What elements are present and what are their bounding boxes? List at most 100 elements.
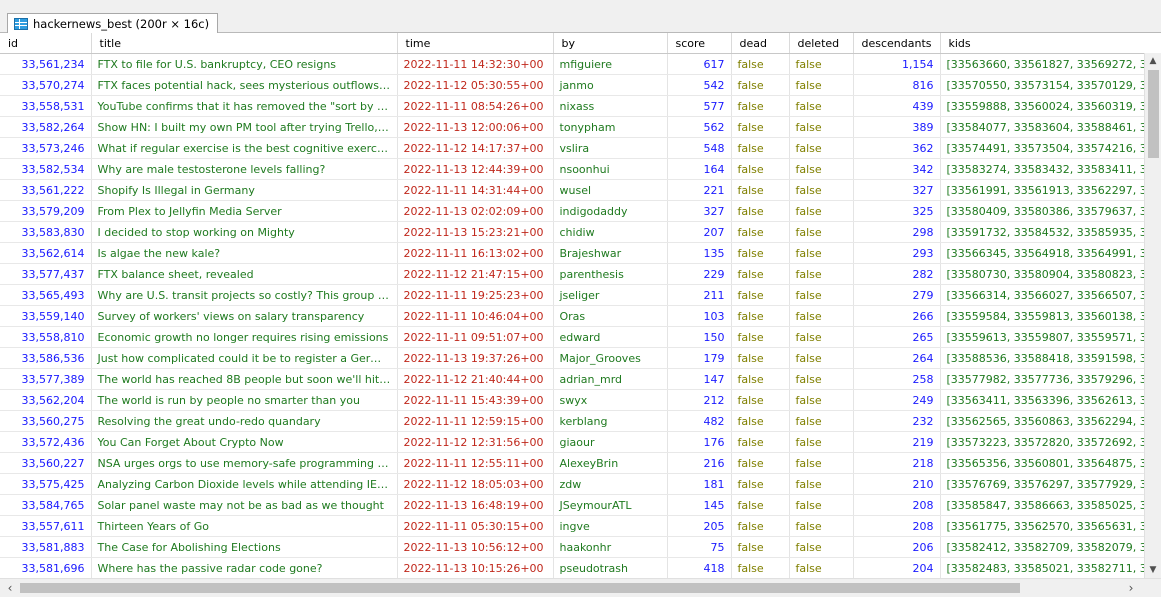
cell-title[interactable]: The Case for Abolishing Elections (91, 536, 398, 558)
cell-title[interactable]: Is algae the new kale? (91, 242, 398, 264)
column-header-time[interactable]: time (397, 33, 554, 54)
cell-kids[interactable]: [33574491, 33573504, 33574216, 3357 (940, 137, 1161, 159)
cell-time[interactable]: 2022-11-11 09:51:07+00 (397, 326, 554, 348)
cell-time[interactable]: 2022-11-11 15:43:39+00 (397, 389, 554, 411)
cell-title[interactable]: You Can Forget About Crypto Now (91, 431, 398, 453)
cell-by[interactable]: tonypham (553, 116, 668, 138)
cell-time[interactable]: 2022-11-11 19:25:23+00 (397, 284, 554, 306)
cell-dead[interactable]: false (731, 557, 790, 578)
cell-descendants[interactable]: 298 (853, 221, 941, 243)
cell-id[interactable]: 33,561,234 (0, 53, 92, 75)
cell-kids[interactable]: [33585847, 33586663, 33585025, 3358 (940, 494, 1161, 516)
cell-by[interactable]: jseliger (553, 284, 668, 306)
table-row[interactable]: 33,573,246 What if regular exercise is th… (0, 137, 1161, 159)
cell-dead[interactable]: false (731, 137, 790, 159)
cell-title[interactable]: I decided to stop working on Mighty (91, 221, 398, 243)
cell-kids[interactable]: [33591732, 33584532, 33585935, 3358 (940, 221, 1161, 243)
cell-id[interactable]: 33,561,222 (0, 179, 92, 201)
cell-kids[interactable]: [33580730, 33580904, 33580823, 3358 (940, 263, 1161, 285)
cell-deleted[interactable]: false (789, 179, 854, 201)
cell-title[interactable]: Just how complicated could it be to regi… (91, 347, 398, 369)
vertical-scroll-thumb[interactable] (1148, 70, 1159, 158)
cell-kids[interactable]: [33580409, 33580386, 33579637, 3357 (940, 200, 1161, 222)
cell-kids[interactable]: [33577982, 33577736, 33579296, 3357 (940, 368, 1161, 390)
cell-time[interactable]: 2022-11-11 14:31:44+00 (397, 179, 554, 201)
table-row[interactable]: 33,579,209 From Plex to Jellyfin Media Se… (0, 200, 1161, 222)
column-header-deleted[interactable]: deleted (789, 33, 854, 54)
cell-title[interactable]: FTX to file for U.S. bankruptcy, CEO res… (91, 53, 398, 75)
cell-title[interactable]: Survey of workers' views on salary trans… (91, 305, 398, 327)
table-row[interactable]: 33,557,611 Thirteen Years of Go 2022-11-11… (0, 515, 1161, 537)
table-row[interactable]: 33,562,614 Is algae the new kale? 2022-11-… (0, 242, 1161, 264)
cell-time[interactable]: 2022-11-12 05:30:55+00 (397, 74, 554, 96)
cell-by[interactable]: kerblang (553, 410, 668, 432)
table-row[interactable]: 33,582,534 Why are male testosterone leve… (0, 158, 1161, 180)
cell-time[interactable]: 2022-11-13 10:15:26+00 (397, 557, 554, 578)
cell-time[interactable]: 2022-11-13 12:00:06+00 (397, 116, 554, 138)
cell-time[interactable]: 2022-11-11 05:30:15+00 (397, 515, 554, 537)
cell-time[interactable]: 2022-11-13 16:48:19+00 (397, 494, 554, 516)
cell-score[interactable]: 164 (667, 158, 732, 180)
cell-descendants[interactable]: 439 (853, 95, 941, 117)
cell-dead[interactable]: false (731, 473, 790, 495)
cell-id[interactable]: 33,559,140 (0, 305, 92, 327)
cell-title[interactable]: FTX faces potential hack, sees mysteriou… (91, 74, 398, 96)
cell-score[interactable]: 229 (667, 263, 732, 285)
cell-descendants[interactable]: 232 (853, 410, 941, 432)
cell-title[interactable]: The world has reached 8B people but soon… (91, 368, 398, 390)
scroll-right-icon[interactable]: › (1122, 579, 1140, 597)
cell-deleted[interactable]: false (789, 410, 854, 432)
cell-id[interactable]: 33,560,227 (0, 452, 92, 474)
cell-id[interactable]: 33,582,534 (0, 158, 92, 180)
cell-deleted[interactable]: false (789, 221, 854, 243)
cell-score[interactable]: 327 (667, 200, 732, 222)
cell-time[interactable]: 2022-11-13 12:44:39+00 (397, 158, 554, 180)
cell-id[interactable]: 33,584,765 (0, 494, 92, 516)
cell-dead[interactable]: false (731, 95, 790, 117)
cell-descendants[interactable]: 208 (853, 515, 941, 537)
cell-deleted[interactable]: false (789, 326, 854, 348)
cell-dead[interactable]: false (731, 515, 790, 537)
cell-id[interactable]: 33,557,611 (0, 515, 92, 537)
cell-by[interactable]: JSeymourATL (553, 494, 668, 516)
cell-dead[interactable]: false (731, 368, 790, 390)
cell-title[interactable]: Analyzing Carbon Dioxide levels while at… (91, 473, 398, 495)
cell-score[interactable]: 482 (667, 410, 732, 432)
cell-id[interactable]: 33,570,274 (0, 74, 92, 96)
cell-deleted[interactable]: false (789, 116, 854, 138)
table-row[interactable]: 33,584,765 Solar panel waste may not be a… (0, 494, 1161, 516)
cell-by[interactable]: janmo (553, 74, 668, 96)
cell-id[interactable]: 33,558,810 (0, 326, 92, 348)
cell-score[interactable]: 205 (667, 515, 732, 537)
cell-by[interactable]: wusel (553, 179, 668, 201)
table-row[interactable]: 33,562,204 The world is run by people no … (0, 389, 1161, 411)
cell-descendants[interactable]: 279 (853, 284, 941, 306)
cell-kids[interactable]: [33559613, 33559807, 33559571, 3355 (940, 326, 1161, 348)
cell-title[interactable]: The world is run by people no smarter th… (91, 389, 398, 411)
cell-descendants[interactable]: 264 (853, 347, 941, 369)
cell-kids[interactable]: [33583274, 33583432, 33583411, 3358 (940, 158, 1161, 180)
cell-title[interactable]: Why are male testosterone levels falling… (91, 158, 398, 180)
column-header-descendants[interactable]: descendants (853, 33, 941, 54)
cell-dead[interactable]: false (731, 389, 790, 411)
cell-deleted[interactable]: false (789, 74, 854, 96)
cell-by[interactable]: Oras (553, 305, 668, 327)
cell-time[interactable]: 2022-11-11 08:54:26+00 (397, 95, 554, 117)
cell-id[interactable]: 33,583,830 (0, 221, 92, 243)
cell-score[interactable]: 179 (667, 347, 732, 369)
table-row[interactable]: 33,560,275 Resolving the great undo-redo … (0, 410, 1161, 432)
cell-time[interactable]: 2022-11-13 19:37:26+00 (397, 347, 554, 369)
cell-deleted[interactable]: false (789, 242, 854, 264)
cell-deleted[interactable]: false (789, 347, 854, 369)
cell-descendants[interactable]: 342 (853, 158, 941, 180)
cell-score[interactable]: 103 (667, 305, 732, 327)
cell-time[interactable]: 2022-11-11 10:46:04+00 (397, 305, 554, 327)
cell-by[interactable]: giaour (553, 431, 668, 453)
cell-deleted[interactable]: false (789, 368, 854, 390)
table-row[interactable]: 33,561,234 FTX to file for U.S. bankruptc… (0, 53, 1161, 75)
cell-title[interactable]: Resolving the great undo-redo quandary (91, 410, 398, 432)
cell-by[interactable]: indigodaddy (553, 200, 668, 222)
cell-kids[interactable]: [33566345, 33564918, 33564991, 3356 (940, 242, 1161, 264)
cell-score[interactable]: 212 (667, 389, 732, 411)
cell-by[interactable]: Brajeshwar (553, 242, 668, 264)
